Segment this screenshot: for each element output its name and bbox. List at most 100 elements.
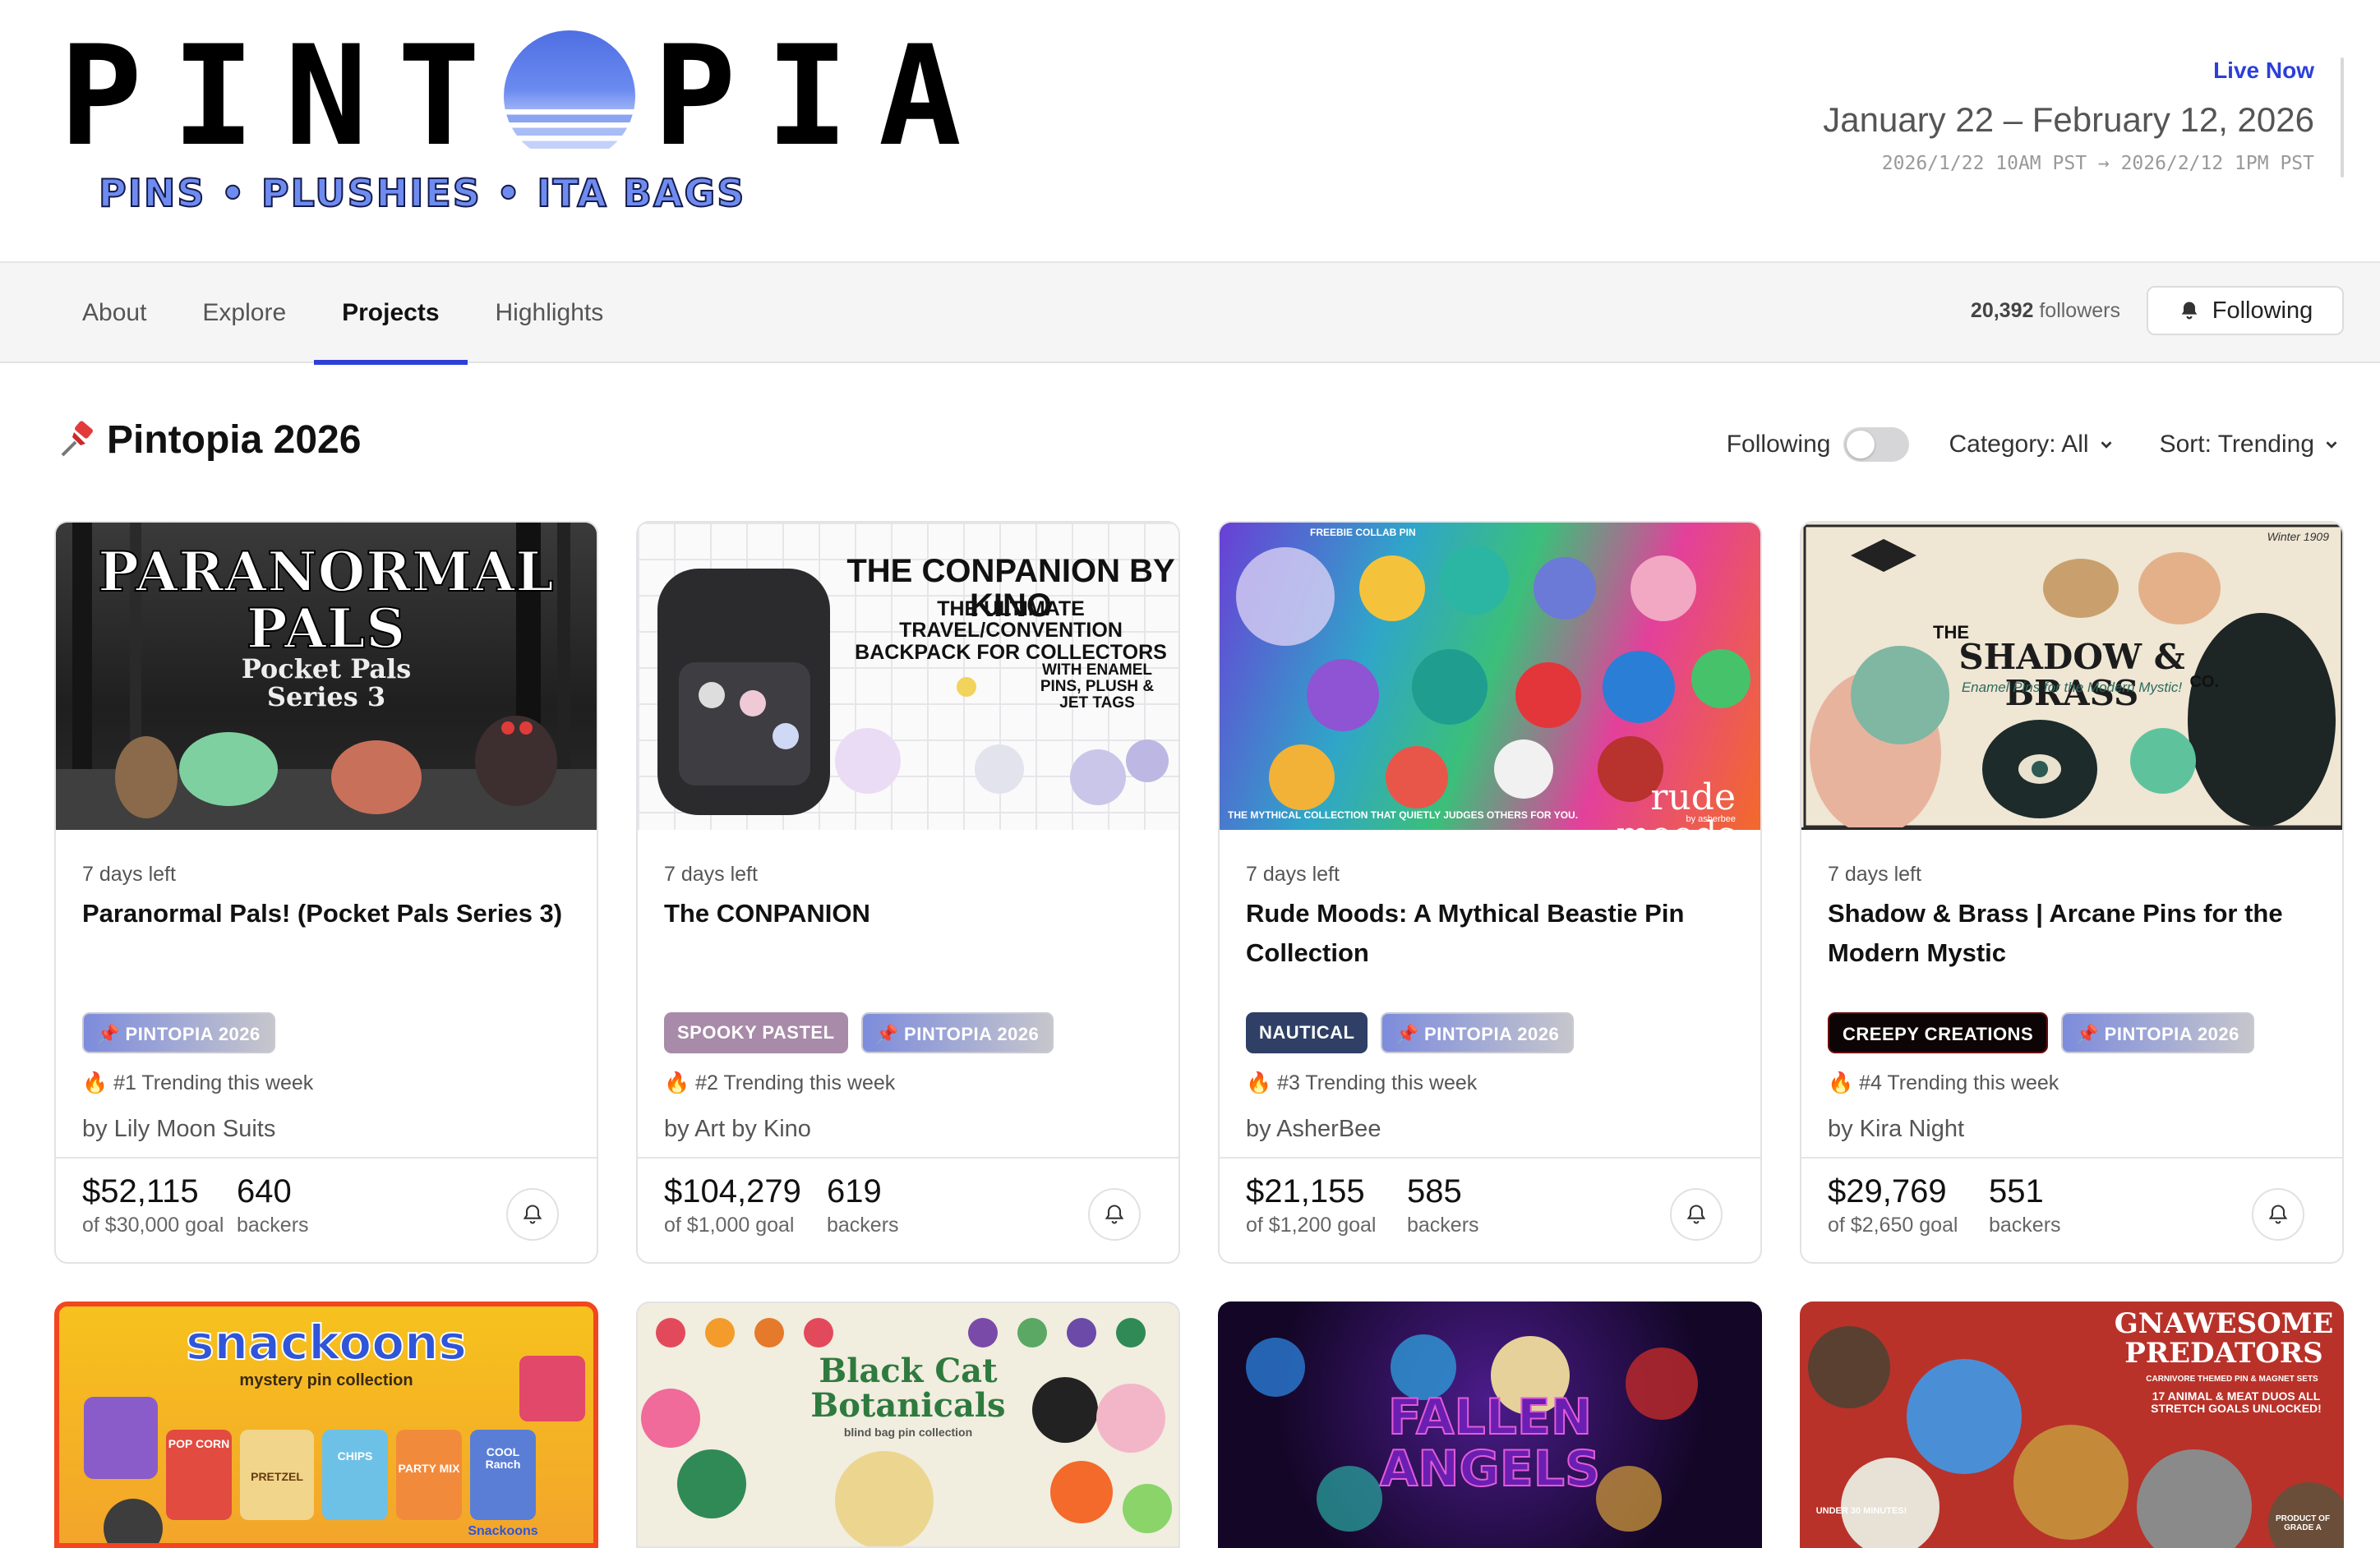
card-body: 7 days left Paranormal Pals! (Pocket Pal… [56, 830, 597, 1157]
creator-name[interactable]: by Art by Kino [664, 1116, 811, 1143]
tag-nautical[interactable]: NAUTICAL [1246, 1012, 1368, 1053]
filter-controls: Following Category: All Sort: Trending [1727, 427, 2341, 462]
thumbnail-subtitle: CARNIVORE THEMED PIN & MAGNET SETS [2146, 1375, 2318, 1384]
pledged-value: $52,115 [82, 1173, 199, 1209]
thumbnail-title: GNAWESOME PREDATORS [2114, 1307, 2334, 1370]
tab-about[interactable]: About [54, 263, 174, 363]
tag-label: PINTOPIA 2026 [125, 1024, 261, 1044]
days-left: 7 days left [82, 863, 176, 886]
thumbnail-subtitle: Enamel Pins for the Modern Mystic! [1961, 680, 2183, 695]
card-footer: $21,155 of $1,200 goal 585 backers [1220, 1157, 1760, 1262]
tab-highlights[interactable]: Highlights [468, 263, 632, 363]
trending-rank: 🔥 #2 Trending this week [664, 1071, 895, 1095]
card-body: 7 days left Shadow & Brass | Arcane Pins… [1801, 830, 2342, 1157]
goal-text: of $1,200 goal [1246, 1214, 1377, 1237]
tag-creepy-creations[interactable]: CREEPY CREATIONS [1828, 1012, 2049, 1053]
project-card[interactable]: FREEBIE COLLAB PIN rude moods by asherbe… [1218, 521, 1762, 1264]
tag-pintopia[interactable]: 📌 PINTOPIA 2026 [2061, 1012, 2254, 1053]
project-title[interactable]: Paranormal Pals! (Pocket Pals Series 3) [82, 894, 575, 933]
logo-letters-right: PIA [653, 16, 992, 177]
bell-icon [2181, 302, 2198, 320]
backers-label: backers [1989, 1214, 2061, 1237]
tab-projects[interactable]: Projects [314, 263, 468, 365]
bell-icon [1105, 1205, 1124, 1224]
thumbnail-title: Black Cat Botanicals [810, 1352, 1006, 1425]
category-dropdown-label: Category: All [1949, 431, 2089, 458]
card-body: 7 days left Rude Moods: A Mythical Beast… [1220, 830, 1760, 1157]
pintopia-logo[interactable]: PINT PIA PINS • PLUSHIES • ITA BAGS [59, 16, 962, 223]
project-title[interactable]: The CONPANION [664, 894, 1157, 933]
project-card[interactable]: THE SHADOW & BRASS CO. Enamel Pins for t… [1800, 521, 2344, 1264]
tag-pintopia[interactable]: 📌 PINTOPIA 2026 [1381, 1012, 1575, 1053]
card-body: 7 days left The CONPANION SPOOKY PASTEL … [638, 830, 1178, 1157]
thumbnail-credit: Winter 1909 [2267, 530, 2329, 543]
trending-text: #3 Trending this week [1277, 1071, 1478, 1094]
pledged-value: $104,279 [664, 1173, 801, 1209]
event-header: PINT PIA PINS • PLUSHIES • ITA BAGS Live… [0, 0, 2380, 261]
backers-value: 551 [1989, 1173, 2044, 1209]
project-title[interactable]: Shadow & Brass | Arcane Pins for the Mod… [1828, 894, 2321, 973]
creator-name[interactable]: by Lily Moon Suits [82, 1116, 275, 1143]
trending-text: #4 Trending this week [1859, 1071, 2059, 1094]
project-card[interactable]: Black Cat Botanicals blind bag pin colle… [636, 1302, 1180, 1548]
days-left: 7 days left [1828, 863, 1921, 886]
days-left: 7 days left [1246, 863, 1340, 886]
tag-pintopia[interactable]: 📌 PINTOPIA 2026 [82, 1012, 275, 1053]
tag-pintopia[interactable]: 📌 PINTOPIA 2026 [860, 1012, 1054, 1053]
project-title[interactable]: Rude Moods: A Mythical Beastie Pin Colle… [1246, 894, 1739, 973]
thumbnail-badge: PRODUCT OF GRADE A [2275, 1514, 2331, 1532]
project-card[interactable]: PARANORMAL PALS Pocket Pals Series 3 7 d… [54, 521, 598, 1264]
snack-label: CHIPS [337, 1449, 373, 1463]
thumbnail-subtitle: mystery pin collection [239, 1371, 413, 1389]
logo-letters-left: PINT [59, 16, 510, 177]
backers-value: 619 [827, 1173, 882, 1209]
thumbnail-title: snackoons [185, 1315, 468, 1371]
event-nav-bar: About Explore Projects Highlights 20,392… [0, 261, 2380, 365]
event-info: Live Now January 22 – February 12, 2026 … [1823, 58, 2314, 174]
tag-spooky-pastel[interactable]: SPOOKY PASTEL [664, 1012, 848, 1053]
trending-rank: 🔥 #4 Trending this week [1828, 1071, 2059, 1095]
backers-label: backers [237, 1214, 309, 1237]
project-card[interactable]: THE CONPANION BY KINO THE ULTIMATE TRAVE… [636, 521, 1180, 1264]
goal-text: of $2,650 goal [1828, 1214, 1958, 1237]
followers-label: followers [2039, 299, 2120, 322]
goal-text: of $30,000 goal [82, 1214, 224, 1237]
followers-number: 20,392 [1970, 299, 2034, 322]
sort-dropdown[interactable]: Sort: Trending [2160, 431, 2341, 458]
followers-count: 20,392 followers [1971, 299, 2120, 323]
creator-name[interactable]: by AsherBee [1246, 1116, 1381, 1143]
backers-value: 640 [237, 1173, 292, 1209]
event-dates: January 22 – February 12, 2026 [1823, 100, 2314, 139]
days-left: 7 days left [664, 863, 758, 886]
snack-label: COOL Ranch [485, 1445, 521, 1471]
pledged-value: $29,769 [1828, 1173, 1947, 1209]
fire-icon: 🔥 [664, 1071, 690, 1094]
backers-label: backers [827, 1214, 899, 1237]
notify-button[interactable] [2252, 1188, 2304, 1241]
notify-button[interactable] [506, 1188, 559, 1241]
sunset-logo-icon [503, 30, 635, 162]
bell-icon [1686, 1205, 1706, 1224]
thumbnail-title: SHADOW & BRASS [1958, 637, 2185, 714]
project-card[interactable]: snackoons mystery pin collection POP COR… [54, 1302, 598, 1548]
notify-button[interactable] [1670, 1188, 1723, 1241]
bell-icon [523, 1205, 542, 1224]
backers-count: 551 backers [1989, 1173, 2061, 1237]
snack-label: PARTY MIX [398, 1462, 460, 1475]
project-card[interactable]: FALLEN ANGELS [1218, 1302, 1762, 1548]
thumbnail-credit: by asherbee [1686, 814, 1736, 824]
tab-explore[interactable]: Explore [174, 263, 314, 363]
category-dropdown[interactable]: Category: All [1949, 431, 2115, 458]
notify-button[interactable] [1088, 1188, 1141, 1241]
project-card[interactable]: GNAWESOME PREDATORS CARNIVORE THEMED PIN… [1800, 1302, 2344, 1548]
snack-label: POP CORN [168, 1437, 230, 1450]
pledged-value: $21,155 [1246, 1173, 1365, 1209]
tag-list: SPOOKY PASTEL 📌 PINTOPIA 2026 [664, 1012, 1054, 1053]
backers-value: 585 [1407, 1173, 1462, 1209]
snack-label: Snackoons [468, 1524, 538, 1538]
toggle-knob [1847, 431, 1875, 458]
following-button[interactable]: Following [2147, 286, 2344, 335]
project-thumbnail: PARANORMAL PALS Pocket Pals Series 3 [56, 523, 597, 830]
creator-name[interactable]: by Kira Night [1828, 1116, 1964, 1143]
following-toggle[interactable] [1843, 427, 1910, 462]
